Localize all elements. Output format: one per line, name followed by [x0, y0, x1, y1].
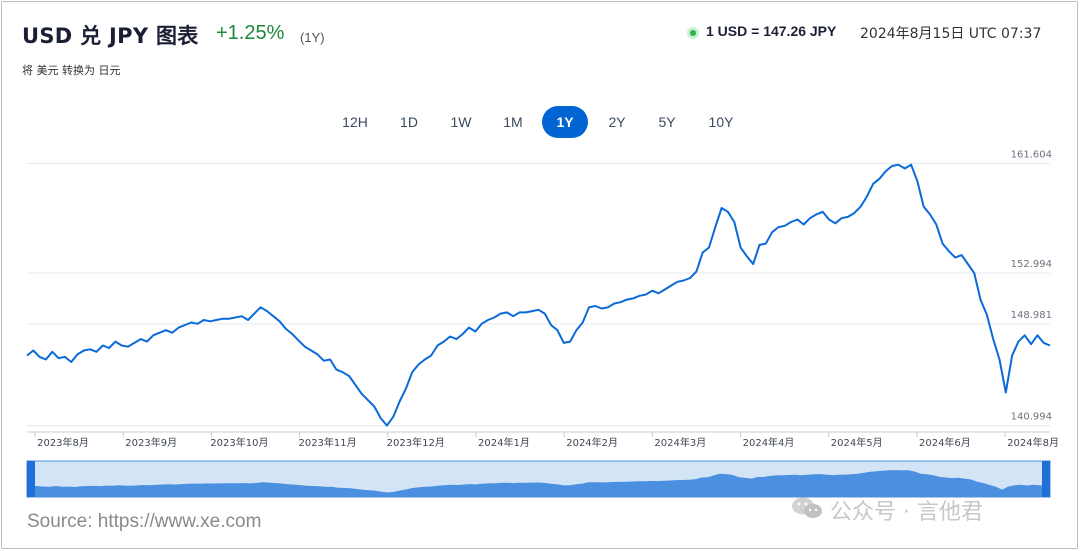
x-axis: 2023年8月 2023年9月 2023年10月 2023年11月 2023年12月 20…	[27, 431, 1059, 449]
x-tick-label: 2023年12月	[387, 436, 445, 449]
y-tick-label: 140.994	[1011, 412, 1052, 423]
line-chart: 161.604152.994148.981140.994 2023年8月 2023…	[26, 149, 1059, 498]
navigator-handle-right	[1042, 461, 1050, 497]
x-tick-label: 2024年4月	[743, 436, 795, 449]
x-tick-label: 2023年8月	[37, 436, 89, 449]
x-tick-label: 2023年9月	[125, 436, 177, 449]
x-tick-label: 2024年6月	[919, 436, 971, 449]
series-line-usd-jpy	[26, 163, 1051, 427]
y-tick-label: 152.994	[1011, 259, 1052, 270]
watermark: 公众号 · 言他君	[830, 500, 983, 525]
x-tick-label: 2024年2月	[566, 436, 618, 449]
wechat-icon	[792, 497, 822, 518]
x-tick-label: 2024年5月	[831, 436, 883, 449]
y-tick-label: 161.604	[1011, 149, 1052, 160]
chart-grid	[27, 162, 1050, 427]
x-tick-label: 2023年10月	[210, 436, 268, 449]
y-tick-label: 148.981	[1011, 310, 1052, 321]
range-navigator[interactable]	[26, 460, 1051, 498]
navigator-handle-left	[27, 461, 35, 497]
source-credit: Source: https://www.xe.com	[27, 511, 262, 532]
x-tick-label: 2024年3月	[654, 436, 706, 449]
x-tick-label: 2024年1月	[478, 436, 530, 449]
x-tick-label: 2023年11月	[298, 436, 356, 449]
x-tick-label: 2024年8月	[1007, 436, 1059, 449]
y-axis: 161.604 152.994 148.981 140.994	[1011, 149, 1052, 422]
